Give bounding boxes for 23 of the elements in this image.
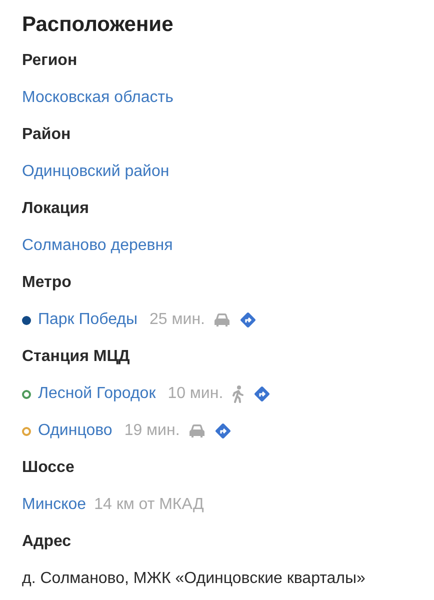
travel-time: 25 мин. <box>150 310 205 330</box>
field-label: Адрес <box>22 532 72 552</box>
car-icon <box>188 423 206 439</box>
highway-link[interactable]: Минское <box>22 495 86 515</box>
field-label: Шоссе <box>22 458 76 478</box>
travel-time: 19 мин. <box>124 421 180 441</box>
travel-time: 10 мин. <box>168 384 224 404</box>
field-label: Район <box>22 125 72 145</box>
address-text: д. Солманово, МЖК «Одинцовские кварталы» <box>22 569 366 589</box>
section-title: Расположение <box>22 12 174 38</box>
field-label: Локация <box>22 199 90 219</box>
field-label: Регион <box>22 51 78 71</box>
station-link[interactable]: Лесной Городок <box>38 384 156 404</box>
field-label: Метро <box>22 273 72 293</box>
distance-text: 14 км от МКАД <box>94 495 204 515</box>
location-link[interactable]: Московская область <box>22 88 174 108</box>
walking-person-icon <box>231 385 246 403</box>
location-link[interactable]: Одинцовский район <box>22 162 170 182</box>
car-icon <box>212 312 231 328</box>
station-link[interactable]: Парк Победы <box>38 310 138 330</box>
location-link[interactable]: Солманово деревня <box>22 236 173 256</box>
field-label: Станция МЦД <box>22 347 131 367</box>
station-link[interactable]: Одинцово <box>38 421 112 441</box>
